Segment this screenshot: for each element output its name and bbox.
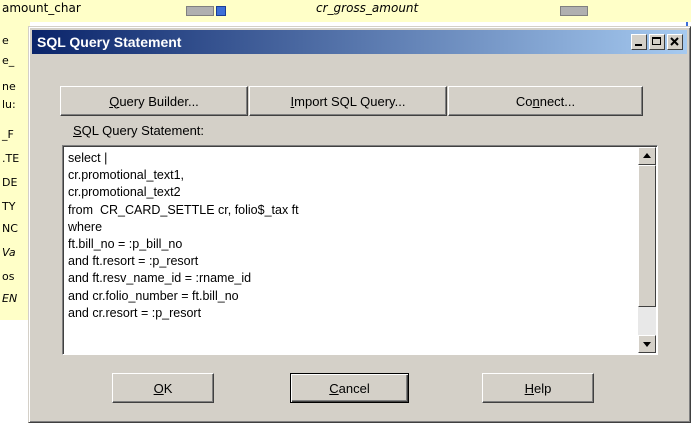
background-row-fragment: _F	[2, 128, 14, 141]
help-mnemonic: H	[524, 380, 535, 396]
help-button[interactable]: Help	[482, 373, 594, 403]
import-sql-query-button[interactable]: Import SQL Query...	[249, 86, 447, 116]
background-row-fragment: e	[2, 34, 9, 47]
arrow-down-icon	[643, 342, 651, 347]
query-builder-mnemonic: Q	[109, 93, 120, 109]
ok-button[interactable]: OK	[112, 373, 214, 403]
background-row-fragment: e_	[2, 54, 15, 67]
scroll-up-button[interactable]	[638, 147, 656, 165]
maximize-button[interactable]	[649, 34, 665, 50]
sql-label-text: QL Query Statement:	[81, 123, 205, 138]
background-row-fragment: EN	[2, 292, 18, 305]
sql-statement-text[interactable]: select | cr.promotional_text1, cr.promot…	[68, 150, 629, 350]
sql-statement-textarea[interactable]: select | cr.promotional_text1, cr.promot…	[62, 145, 658, 355]
minimize-button[interactable]	[631, 34, 647, 50]
cancel-label: ancel	[338, 380, 370, 396]
close-icon	[670, 37, 679, 46]
query-builder-label: uery Builder...	[119, 93, 199, 109]
connect-label-pre: Co	[515, 93, 533, 109]
scroll-down-button[interactable]	[638, 335, 656, 353]
help-label: elp	[534, 380, 552, 396]
maximize-icon	[652, 37, 661, 45]
connect-mnemonic: n	[532, 93, 540, 109]
import-sql-label: mport SQL Query...	[294, 93, 406, 109]
background-grey-cell	[186, 6, 214, 16]
vertical-scrollbar[interactable]	[638, 147, 656, 353]
dialog-titlebar[interactable]: SQL Query Statement	[32, 30, 687, 54]
background-row-fragment: os	[2, 270, 15, 283]
background-header-row: amount_char cr_gross_amount	[0, 0, 691, 22]
minimize-icon	[635, 44, 642, 46]
cancel-button[interactable]: Cancel	[290, 373, 409, 403]
background-row-fragment: DE	[2, 176, 18, 189]
background-row-fragment: NC	[2, 222, 18, 235]
background-row-fragment: .TE	[2, 152, 20, 165]
background-blue-cell	[216, 6, 226, 16]
query-builder-button[interactable]: Query Builder...	[60, 86, 248, 116]
sql-statement-label: SQL Query Statement:	[73, 123, 204, 138]
cancel-mnemonic: C	[329, 380, 339, 396]
ok-mnemonic: O	[153, 380, 164, 396]
close-button[interactable]	[667, 34, 683, 50]
sql-label-mnemonic: S	[73, 123, 82, 138]
background-row-fragment: lu:	[2, 98, 16, 111]
background-grey-cell	[560, 6, 588, 16]
background-field-gross-amount: cr_gross_amount	[316, 1, 419, 15]
connect-label: nect...	[539, 93, 576, 109]
connect-button[interactable]: Co n nect...	[448, 86, 643, 116]
background-row-fragment: TY	[2, 200, 16, 213]
dialog-title: SQL Query Statement	[37, 34, 182, 50]
background-row-fragment: Va	[2, 246, 16, 259]
arrow-up-icon	[643, 153, 651, 158]
background-field-amount-char: amount_char	[2, 1, 81, 15]
background-row-fragment: ne	[2, 80, 16, 93]
ok-label: K	[163, 380, 173, 396]
sql-query-dialog: SQL Query Statement Query Builder... Imp…	[28, 26, 691, 423]
scrollbar-thumb[interactable]	[638, 165, 656, 307]
